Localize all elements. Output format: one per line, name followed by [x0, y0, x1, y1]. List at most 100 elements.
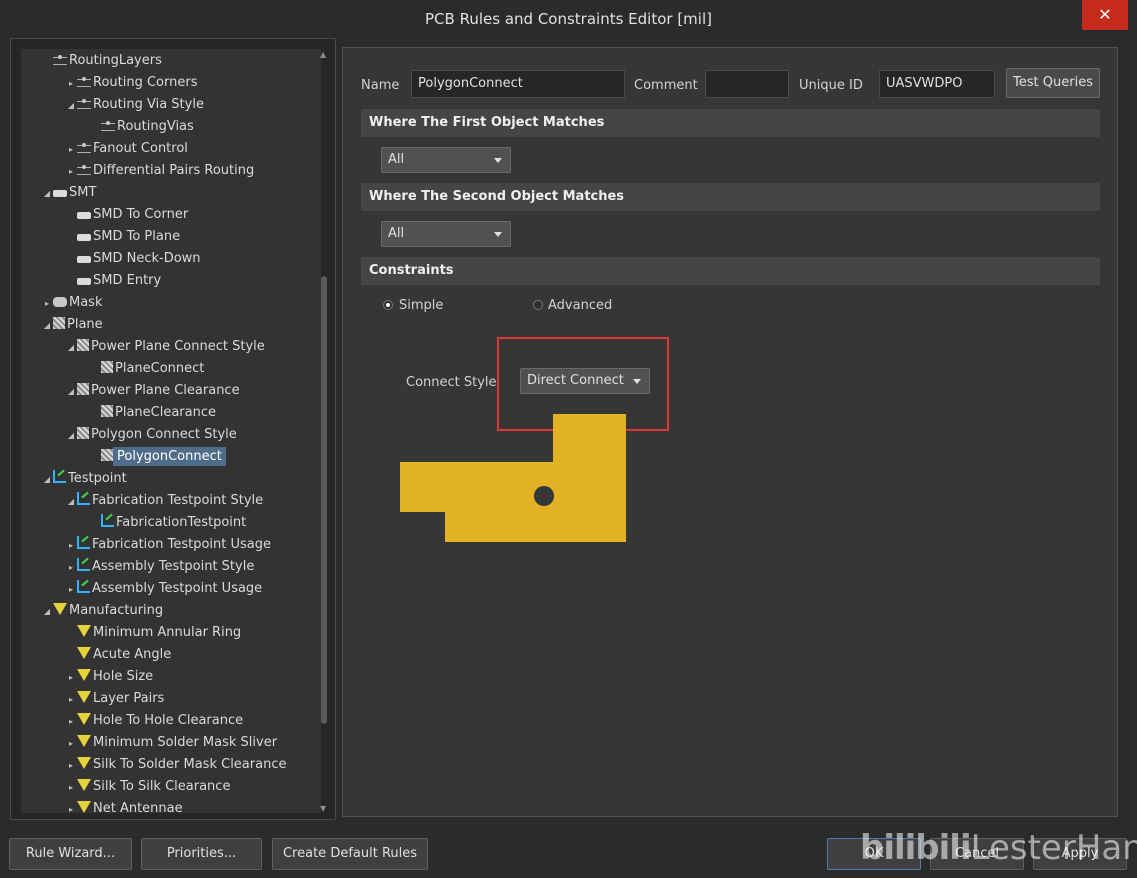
tree-item[interactable]: ▸ Fanout Control	[65, 138, 188, 160]
tree-item[interactable]: ▸ Differential Pairs Routing	[65, 160, 254, 182]
tree-item[interactable]: ▸ Assembly Testpoint Usage	[65, 578, 262, 600]
tree-item[interactable]: ▸ Hole Size	[65, 666, 153, 688]
expand-arrow-icon[interactable]: ▸	[65, 667, 77, 689]
scroll-thumb[interactable]	[321, 276, 327, 724]
tree-item[interactable]: ◢ SMT	[41, 182, 97, 205]
close-icon[interactable]: ✕	[1082, 0, 1128, 30]
plane-icon	[101, 405, 113, 417]
unique-id-field[interactable]: UASVWDPO	[879, 70, 995, 98]
expand-arrow-icon[interactable]: ▸	[41, 293, 53, 315]
tree-item[interactable]: SMD Neck-Down	[65, 248, 201, 270]
collapse-arrow-icon[interactable]: ◢	[41, 315, 53, 337]
tree-item[interactable]: PlaneClearance	[89, 402, 216, 424]
collapse-arrow-icon[interactable]: ◢	[41, 469, 53, 491]
tree-item-label: Plane	[67, 317, 103, 332]
expand-arrow-icon[interactable]: ▸	[65, 689, 77, 711]
tree-item[interactable]: ▸ Net Antennae	[65, 798, 183, 813]
tree-item[interactable]: ▸ Hole To Hole Clearance	[65, 710, 243, 732]
simple-label[interactable]: Simple	[399, 298, 443, 313]
collapse-arrow-icon[interactable]: ◢	[65, 381, 77, 403]
scroll-up-icon[interactable]: ▲	[320, 50, 326, 59]
expand-arrow-icon[interactable]: ▸	[65, 799, 77, 813]
tree-item[interactable]: ▸ Routing Corners	[65, 72, 198, 95]
collapse-arrow-icon[interactable]: ◢	[41, 601, 53, 623]
expand-arrow-icon[interactable]: ▸	[65, 535, 77, 557]
polygon-shape	[400, 414, 626, 542]
test-queries-button[interactable]: Test Queries	[1006, 68, 1100, 98]
tree-item[interactable]: Minimum Annular Ring	[65, 622, 241, 644]
tree-item-label: Hole To Hole Clearance	[93, 713, 244, 728]
priorities-button[interactable]: Priorities...	[141, 838, 262, 870]
tree-item[interactable]: ◢ Fabrication Testpoint Style	[65, 490, 263, 512]
expand-arrow-icon[interactable]: ▸	[65, 139, 77, 161]
tree-scrollbar[interactable]: ▲ ▼	[318, 48, 330, 818]
collapse-arrow-icon[interactable]: ◢	[41, 183, 53, 205]
tree-item-label: Silk To Solder Mask Clearance	[93, 757, 287, 772]
tree-item-label: Hole Size	[93, 669, 154, 684]
collapse-arrow-icon[interactable]: ◢	[65, 95, 77, 117]
expand-arrow-icon[interactable]: ▸	[65, 711, 77, 733]
tree-item[interactable]: Acute Angle	[65, 644, 171, 666]
tree-item-label: PlaneClearance	[115, 405, 217, 420]
collapse-arrow-icon[interactable]: ◢	[65, 337, 77, 359]
create-default-rules-button[interactable]: Create Default Rules	[272, 838, 428, 870]
tree-item[interactable]: SMD To Plane	[65, 226, 180, 248]
routing-icon	[77, 143, 91, 153]
collapse-arrow-icon[interactable]: ◢	[65, 425, 77, 447]
tree-item[interactable]: RoutingLayers	[41, 50, 162, 72]
expand-arrow-icon[interactable]: ▸	[65, 579, 77, 601]
tree-item[interactable]: ◢ Testpoint	[41, 468, 127, 490]
tree-item[interactable]: ▸ Minimum Solder Mask Sliver	[65, 732, 277, 754]
tree-item[interactable]: ◢ Power Plane Connect Style	[65, 336, 265, 358]
plane-icon	[53, 317, 65, 329]
tree-item[interactable]: ◢ Power Plane Clearance	[65, 380, 240, 402]
testpoint-icon	[101, 514, 114, 527]
first-match-value: All	[388, 152, 405, 167]
rule-wizard-button[interactable]: Rule Wizard...	[9, 838, 132, 870]
expand-arrow-icon[interactable]: ▸	[65, 73, 77, 95]
tree-item[interactable]: ◢ Plane	[41, 314, 103, 336]
tree-item[interactable]: ▸ Mask	[41, 292, 103, 315]
tree-item-label: Assembly Testpoint Usage	[92, 581, 263, 596]
tree-item-label: SMD Entry	[93, 273, 162, 288]
collapse-arrow-icon[interactable]: ◢	[65, 491, 77, 513]
scroll-down-icon[interactable]: ▼	[320, 804, 326, 813]
advanced-label[interactable]: Advanced	[548, 298, 612, 313]
tree-item-label: Manufacturing	[69, 603, 164, 618]
routing-icon	[101, 121, 115, 131]
manufacturing-icon	[77, 691, 91, 703]
tree-item-label: RoutingVias	[117, 119, 194, 134]
tree-item[interactable]: ▸ Fabrication Testpoint Usage	[65, 534, 271, 556]
tree-item[interactable]: SMD To Corner	[65, 204, 188, 226]
window-title: PCB Rules and Constraints Editor [mil]	[425, 10, 712, 28]
tree-item[interactable]: ▸ Silk To Silk Clearance	[65, 776, 230, 798]
tree-item[interactable]: ◢ Manufacturing	[41, 600, 163, 622]
comment-field[interactable]	[705, 70, 789, 98]
tree-item[interactable]: ▸ Silk To Solder Mask Clearance	[65, 754, 286, 776]
name-field[interactable]: PolygonConnect	[411, 70, 625, 98]
expand-arrow-icon[interactable]: ▸	[65, 161, 77, 183]
tree-item-label: SMT	[69, 185, 97, 200]
expand-arrow-icon[interactable]: ▸	[65, 557, 77, 579]
mask-icon	[53, 297, 67, 307]
tree-item[interactable]: ◢ Polygon Connect Style	[65, 424, 237, 446]
tree-item[interactable]: ▸ Assembly Testpoint Style	[65, 556, 254, 578]
simple-radio[interactable]	[383, 300, 393, 310]
tree-item[interactable]: ▸ Layer Pairs	[65, 688, 164, 710]
expand-arrow-icon[interactable]: ▸	[65, 777, 77, 799]
tree-item[interactable]: RoutingVias	[89, 116, 194, 138]
plane-icon	[101, 361, 113, 373]
tree-item[interactable]: SMD Entry	[65, 270, 161, 292]
tree-item-label: Silk To Silk Clearance	[93, 779, 231, 794]
expand-arrow-icon[interactable]: ▸	[65, 733, 77, 755]
tree-item[interactable]: ◢ Routing Via Style	[65, 94, 204, 116]
expand-arrow-icon[interactable]: ▸	[65, 755, 77, 777]
tree-item[interactable]: FabricationTestpoint	[89, 512, 246, 534]
plane-icon	[77, 339, 89, 351]
rule-editor-panel: Name PolygonConnect Comment Unique ID UA…	[342, 47, 1118, 817]
second-match-dropdown[interactable]: All	[381, 221, 511, 247]
tree-item[interactable]: PlaneConnect	[89, 358, 204, 380]
first-match-dropdown[interactable]: All	[381, 147, 511, 173]
advanced-radio[interactable]	[533, 300, 543, 310]
tree-item[interactable]: PolygonConnect	[89, 446, 226, 468]
